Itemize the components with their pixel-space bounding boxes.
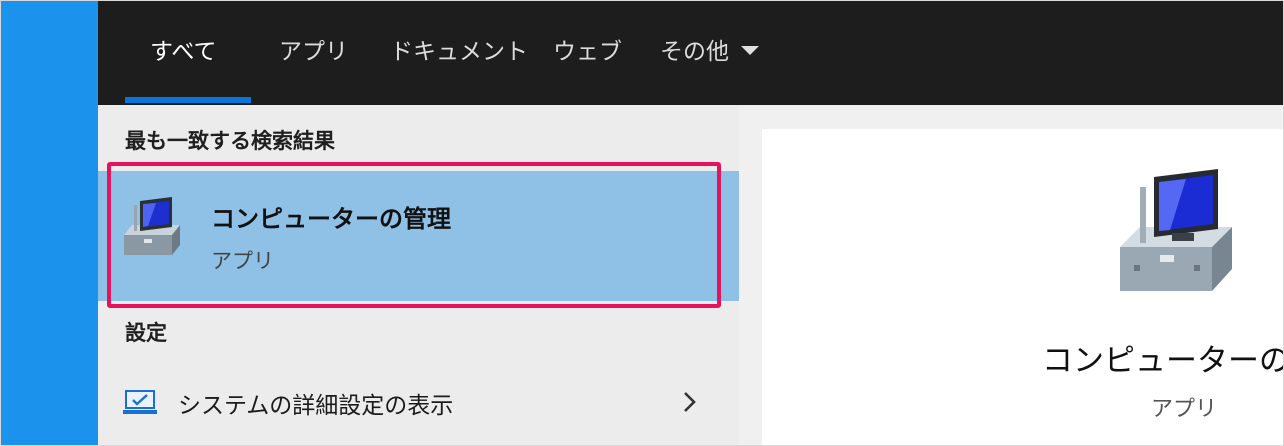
results-list: 最も一致する検索結果 コンピューターの管理 アプリ 設定 システムの詳細設定の表…	[98, 105, 739, 445]
tab-more[interactable]: その他	[660, 35, 759, 69]
search-panel: すべて アプリ ドキュメント ウェブ その他 最も一致する検索結果 コンピュータ…	[98, 1, 1283, 445]
chevron-down-icon	[741, 46, 759, 55]
tab-web[interactable]: ウェブ	[553, 35, 622, 69]
monitor-icon	[123, 390, 157, 414]
screenshot-frame: すべて アプリ ドキュメント ウェブ その他 最も一致する検索結果 コンピュータ…	[0, 0, 1284, 446]
settings-item-advanced-system[interactable]: システムの詳細設定の表示	[98, 371, 739, 433]
best-match-heading: 最も一致する検索結果	[125, 129, 335, 153]
tab-all[interactable]: すべて	[150, 35, 216, 69]
preview-title: コンピューターの管	[1042, 343, 1283, 379]
desktop-background	[1, 1, 98, 445]
settings-item-label: システムの詳細設定の表示	[178, 393, 454, 419]
active-tab-indicator	[125, 97, 251, 103]
tab-apps[interactable]: アプリ	[279, 35, 348, 69]
preview-pane: コンピューターの管 アプリ	[762, 129, 1283, 445]
settings-heading: 設定	[125, 321, 167, 345]
preview-subtitle: アプリ	[1151, 397, 1218, 422]
chevron-right-icon	[684, 392, 696, 412]
highlight-annotation	[107, 162, 721, 308]
tab-more-label: その他	[660, 39, 729, 65]
computer-management-icon[interactable]	[1114, 169, 1246, 299]
tab-documents[interactable]: ドキュメント	[390, 35, 528, 69]
search-filter-bar: すべて アプリ ドキュメント ウェブ その他	[98, 1, 1283, 105]
